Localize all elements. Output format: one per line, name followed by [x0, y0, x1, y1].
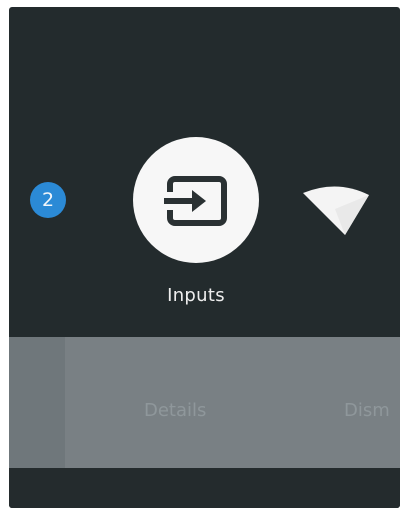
inputs-button[interactable] [133, 137, 259, 263]
notification-action-bar: Details Dism [9, 337, 400, 468]
inputs-label: Inputs [167, 285, 225, 306]
tv-quick-settings-panel: 2 Inputs Details Dism [9, 7, 400, 508]
notification-count-badge[interactable]: 2 [30, 182, 66, 218]
input-source-icon [162, 176, 227, 226]
details-button[interactable]: Details [144, 400, 206, 421]
dismiss-button[interactable]: Dism [344, 400, 390, 421]
bottom-strip [9, 468, 400, 508]
quick-settings-row: 2 Inputs [9, 7, 400, 337]
action-bar-edge [9, 337, 65, 468]
wifi-icon[interactable] [301, 185, 371, 241]
